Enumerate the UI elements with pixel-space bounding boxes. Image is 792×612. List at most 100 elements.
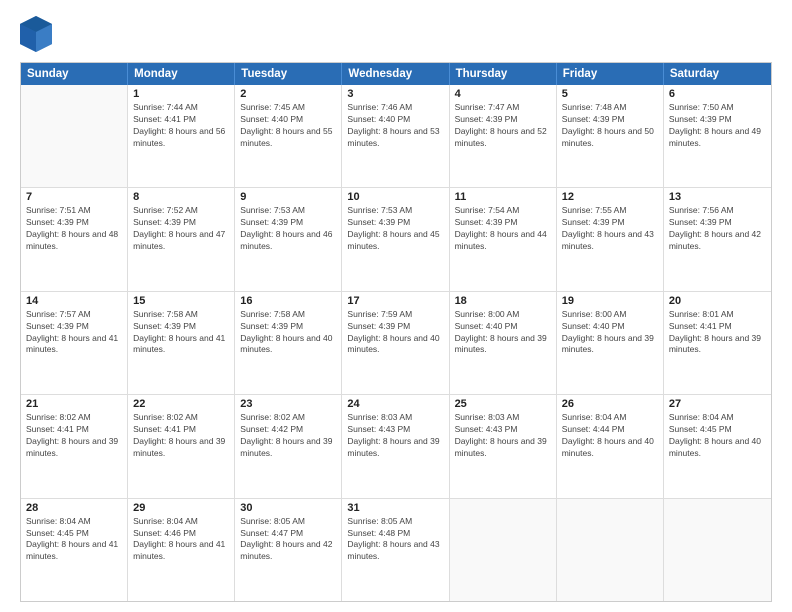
day-number: 25 — [455, 398, 551, 410]
cell-details: Sunrise: 8:04 AMSunset: 4:46 PMDaylight:… — [133, 516, 229, 564]
day-number: 21 — [26, 398, 122, 410]
cell-details: Sunrise: 7:58 AMSunset: 4:39 PMDaylight:… — [240, 309, 336, 357]
header-day-friday: Friday — [557, 63, 664, 85]
logo-icon — [20, 16, 52, 52]
cell-details: Sunrise: 8:05 AMSunset: 4:47 PMDaylight:… — [240, 516, 336, 564]
calendar-cell: 2 Sunrise: 7:45 AMSunset: 4:40 PMDaylight… — [235, 85, 342, 187]
calendar-cell: 12 Sunrise: 7:55 AMSunset: 4:39 PMDayligh… — [557, 188, 664, 290]
cell-details: Sunrise: 7:58 AMSunset: 4:39 PMDaylight:… — [133, 309, 229, 357]
cell-details: Sunrise: 7:50 AMSunset: 4:39 PMDaylight:… — [669, 102, 766, 150]
calendar-cell: 15 Sunrise: 7:58 AMSunset: 4:39 PMDayligh… — [128, 292, 235, 394]
day-number: 31 — [347, 502, 443, 514]
header — [20, 16, 772, 52]
cell-details: Sunrise: 8:02 AMSunset: 4:41 PMDaylight:… — [26, 412, 122, 460]
day-number: 27 — [669, 398, 766, 410]
calendar-week-2: 7 Sunrise: 7:51 AMSunset: 4:39 PMDaylight… — [21, 188, 771, 291]
day-number: 17 — [347, 295, 443, 307]
day-number: 23 — [240, 398, 336, 410]
cell-details: Sunrise: 7:47 AMSunset: 4:39 PMDaylight:… — [455, 102, 551, 150]
calendar-cell: 11Sunrise: 7:54 AMSunset: 4:39 PMDayligh… — [450, 188, 557, 290]
calendar-week-1: 1 Sunrise: 7:44 AMSunset: 4:41 PMDaylight… — [21, 85, 771, 188]
calendar-cell: 7 Sunrise: 7:51 AMSunset: 4:39 PMDaylight… — [21, 188, 128, 290]
day-number: 11 — [455, 191, 551, 203]
day-number: 8 — [133, 191, 229, 203]
calendar-cell: 8Sunrise: 7:52 AMSunset: 4:39 PMDaylight… — [128, 188, 235, 290]
calendar-cell: 27 Sunrise: 8:04 AMSunset: 4:45 PMDayligh… — [664, 395, 771, 497]
cell-details: Sunrise: 7:48 AMSunset: 4:39 PMDaylight:… — [562, 102, 658, 150]
calendar-week-3: 14 Sunrise: 7:57 AMSunset: 4:39 PMDayligh… — [21, 292, 771, 395]
calendar-cell: 14 Sunrise: 7:57 AMSunset: 4:39 PMDayligh… — [21, 292, 128, 394]
cell-details: Sunrise: 8:00 AMSunset: 4:40 PMDaylight:… — [562, 309, 658, 357]
logo — [20, 16, 56, 52]
cell-details: Sunrise: 8:05 AMSunset: 4:48 PMDaylight:… — [347, 516, 443, 564]
calendar-cell: 10 Sunrise: 7:53 AMSunset: 4:39 PMDayligh… — [342, 188, 449, 290]
day-number: 26 — [562, 398, 658, 410]
day-number: 28 — [26, 502, 122, 514]
calendar-cell: 5 Sunrise: 7:48 AMSunset: 4:39 PMDaylight… — [557, 85, 664, 187]
calendar-body: 1 Sunrise: 7:44 AMSunset: 4:41 PMDaylight… — [21, 85, 771, 601]
cell-details: Sunrise: 8:02 AMSunset: 4:41 PMDaylight:… — [133, 412, 229, 460]
calendar-cell: 4 Sunrise: 7:47 AMSunset: 4:39 PMDaylight… — [450, 85, 557, 187]
calendar-cell — [664, 499, 771, 601]
calendar-cell: 6 Sunrise: 7:50 AMSunset: 4:39 PMDaylight… — [664, 85, 771, 187]
calendar-cell: 9 Sunrise: 7:53 AMSunset: 4:39 PMDaylight… — [235, 188, 342, 290]
calendar-cell: 18Sunrise: 8:00 AMSunset: 4:40 PMDayligh… — [450, 292, 557, 394]
day-number: 29 — [133, 502, 229, 514]
calendar-cell: 19 Sunrise: 8:00 AMSunset: 4:40 PMDayligh… — [557, 292, 664, 394]
calendar-cell — [450, 499, 557, 601]
page: SundayMondayTuesdayWednesdayThursdayFrid… — [0, 0, 792, 612]
day-number: 3 — [347, 88, 443, 100]
calendar: SundayMondayTuesdayWednesdayThursdayFrid… — [20, 62, 772, 602]
cell-details: Sunrise: 7:51 AMSunset: 4:39 PMDaylight:… — [26, 205, 122, 253]
calendar-cell: 13Sunrise: 7:56 AMSunset: 4:39 PMDayligh… — [664, 188, 771, 290]
calendar-cell: 31 Sunrise: 8:05 AMSunset: 4:48 PMDayligh… — [342, 499, 449, 601]
day-number: 22 — [133, 398, 229, 410]
header-day-monday: Monday — [128, 63, 235, 85]
calendar-cell: 25 Sunrise: 8:03 AMSunset: 4:43 PMDayligh… — [450, 395, 557, 497]
calendar-cell: 29 Sunrise: 8:04 AMSunset: 4:46 PMDayligh… — [128, 499, 235, 601]
cell-details: Sunrise: 8:02 AMSunset: 4:42 PMDaylight:… — [240, 412, 336, 460]
cell-details: Sunrise: 7:44 AMSunset: 4:41 PMDaylight:… — [133, 102, 229, 150]
cell-details: Sunrise: 7:46 AMSunset: 4:40 PMDaylight:… — [347, 102, 443, 150]
calendar-cell: 23 Sunrise: 8:02 AMSunset: 4:42 PMDayligh… — [235, 395, 342, 497]
cell-details: Sunrise: 7:53 AMSunset: 4:39 PMDaylight:… — [347, 205, 443, 253]
calendar-cell: 21 Sunrise: 8:02 AMSunset: 4:41 PMDayligh… — [21, 395, 128, 497]
day-number: 2 — [240, 88, 336, 100]
day-number: 4 — [455, 88, 551, 100]
cell-details: Sunrise: 8:04 AMSunset: 4:45 PMDaylight:… — [669, 412, 766, 460]
cell-details: Sunrise: 7:53 AMSunset: 4:39 PMDaylight:… — [240, 205, 336, 253]
cell-details: Sunrise: 7:45 AMSunset: 4:40 PMDaylight:… — [240, 102, 336, 150]
calendar-cell: 24Sunrise: 8:03 AMSunset: 4:43 PMDayligh… — [342, 395, 449, 497]
day-number: 14 — [26, 295, 122, 307]
day-number: 20 — [669, 295, 766, 307]
day-number: 12 — [562, 191, 658, 203]
cell-details: Sunrise: 7:59 AMSunset: 4:39 PMDaylight:… — [347, 309, 443, 357]
day-number: 7 — [26, 191, 122, 203]
day-number: 5 — [562, 88, 658, 100]
day-number: 18 — [455, 295, 551, 307]
calendar-cell: 30 Sunrise: 8:05 AMSunset: 4:47 PMDayligh… — [235, 499, 342, 601]
calendar-cell: 28Sunrise: 8:04 AMSunset: 4:45 PMDayligh… — [21, 499, 128, 601]
calendar-header: SundayMondayTuesdayWednesdayThursdayFrid… — [21, 63, 771, 85]
header-day-tuesday: Tuesday — [235, 63, 342, 85]
calendar-cell: 1 Sunrise: 7:44 AMSunset: 4:41 PMDaylight… — [128, 85, 235, 187]
cell-details: Sunrise: 7:56 AMSunset: 4:39 PMDaylight:… — [669, 205, 766, 253]
calendar-week-4: 21 Sunrise: 8:02 AMSunset: 4:41 PMDayligh… — [21, 395, 771, 498]
day-number: 30 — [240, 502, 336, 514]
day-number: 10 — [347, 191, 443, 203]
calendar-cell: 22 Sunrise: 8:02 AMSunset: 4:41 PMDayligh… — [128, 395, 235, 497]
calendar-cell: 17 Sunrise: 7:59 AMSunset: 4:39 PMDayligh… — [342, 292, 449, 394]
cell-details: Sunrise: 7:55 AMSunset: 4:39 PMDaylight:… — [562, 205, 658, 253]
calendar-cell — [557, 499, 664, 601]
cell-details: Sunrise: 8:03 AMSunset: 4:43 PMDaylight:… — [347, 412, 443, 460]
cell-details: Sunrise: 7:57 AMSunset: 4:39 PMDaylight:… — [26, 309, 122, 357]
day-number: 15 — [133, 295, 229, 307]
header-day-saturday: Saturday — [664, 63, 771, 85]
cell-details: Sunrise: 8:01 AMSunset: 4:41 PMDaylight:… — [669, 309, 766, 357]
day-number: 1 — [133, 88, 229, 100]
day-number: 6 — [669, 88, 766, 100]
day-number: 19 — [562, 295, 658, 307]
header-day-wednesday: Wednesday — [342, 63, 449, 85]
day-number: 9 — [240, 191, 336, 203]
cell-details: Sunrise: 8:03 AMSunset: 4:43 PMDaylight:… — [455, 412, 551, 460]
